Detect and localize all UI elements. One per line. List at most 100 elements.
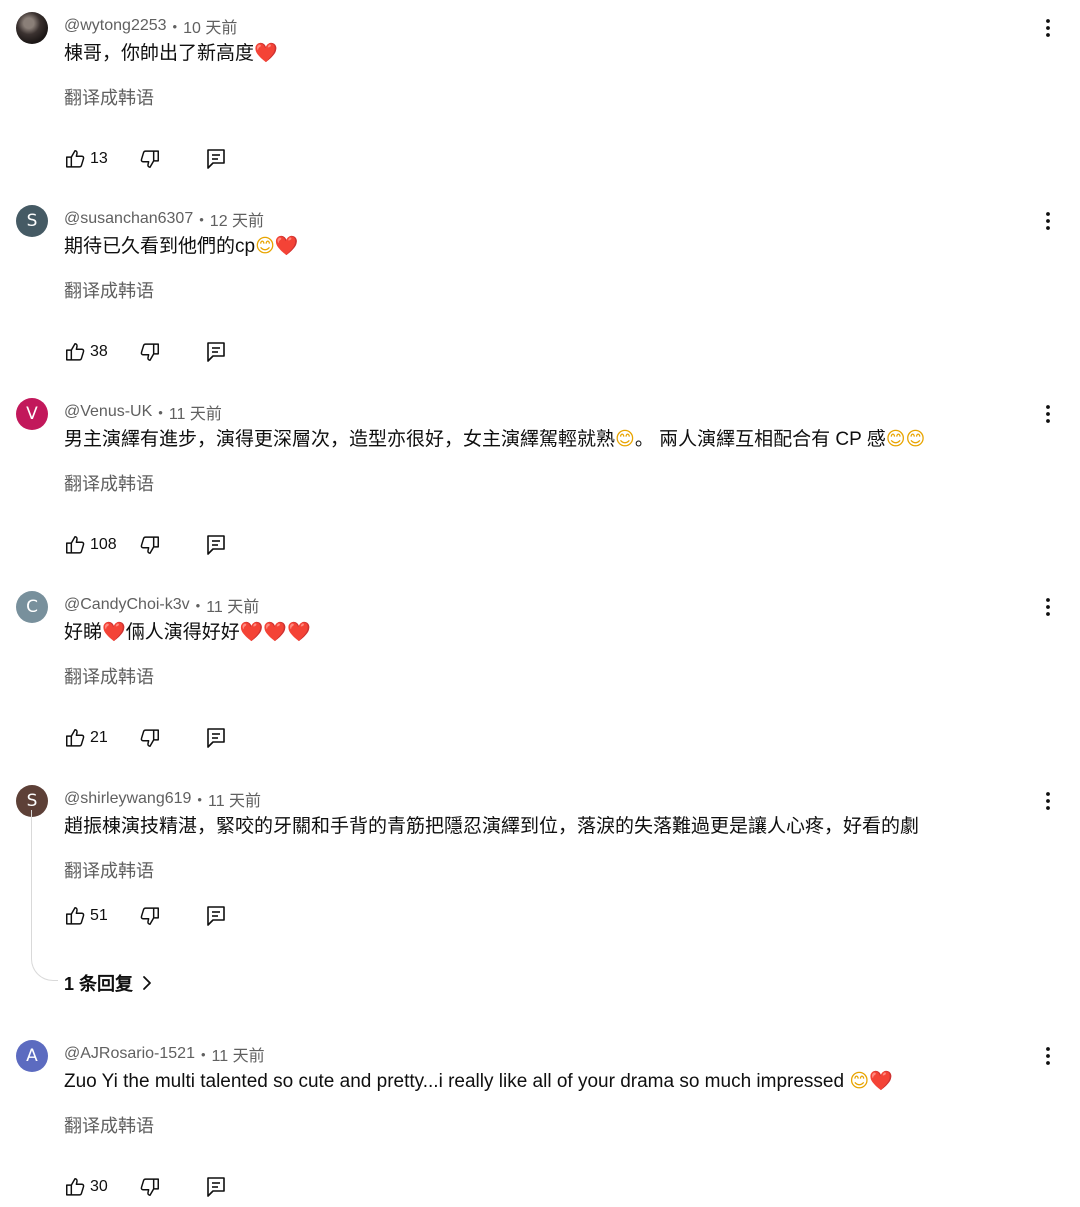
dislike-button[interactable]: [139, 148, 161, 170]
avatar-letter: S: [26, 211, 38, 231]
like-button[interactable]: [64, 727, 86, 749]
dislike-button[interactable]: [139, 1176, 161, 1198]
reply-button[interactable]: [206, 148, 226, 170]
comment-text-segment: 男主演繹有進步，演得更深層次，造型亦很好，女主演繹駕輕就熟: [64, 429, 616, 450]
dislike-button[interactable]: [139, 534, 161, 556]
comment-author[interactable]: @shirleywang619: [64, 790, 191, 808]
avatar[interactable]: [16, 12, 48, 44]
dislike-button[interactable]: [139, 905, 161, 927]
comment-text: 趙振棟演技精湛，緊咬的牙關和手背的青筋把隱忍演繹到位，落淚的失落難過更是讓人心疼…: [64, 814, 919, 840]
reply-button[interactable]: [206, 727, 226, 749]
comment-author[interactable]: @wytong2253: [64, 17, 167, 35]
comment-author[interactable]: @CandyChoi-k3v: [64, 596, 190, 614]
comment-text-segment: 趙振棟演技精湛，緊咬的牙關和手背的青筋把隱忍演繹到位，落淚的失落難過更是讓人心疼…: [64, 816, 920, 837]
avatar[interactable]: V: [16, 398, 48, 430]
comment-header: @wytong2253 • 10 天前: [64, 14, 237, 38]
comment-header: @shirleywang619 • 11 天前: [64, 787, 261, 811]
comment-text-segment: 棟哥，你帥出了新高度: [64, 43, 255, 64]
like-button[interactable]: [64, 905, 86, 927]
heart-emoji-icon: ❤️: [254, 43, 278, 64]
heart-emoji-icon: ❤️: [869, 1071, 893, 1092]
view-replies-label: 1 条回复: [64, 974, 134, 994]
comment-text: 期待已久看到他們的cp😊❤️: [64, 234, 299, 260]
reply-button[interactable]: [206, 1176, 226, 1198]
translate-button[interactable]: 翻译成韩语: [64, 470, 154, 496]
like-count: 30: [90, 1178, 108, 1195]
reply-thread-line: [31, 810, 58, 981]
like-button[interactable]: [64, 341, 86, 363]
translate-button[interactable]: 翻译成韩语: [64, 1112, 154, 1138]
thumbs-up-icon: [64, 905, 86, 927]
comment-time[interactable]: 10 天前: [183, 14, 237, 38]
reply-icon: [206, 905, 226, 927]
translate-button[interactable]: 翻译成韩语: [64, 84, 154, 110]
more-actions-button[interactable]: [1036, 789, 1060, 813]
comment-text: 好睇❤️倆人演得好好❤️❤️❤️: [64, 620, 311, 646]
reply-button[interactable]: [206, 905, 226, 927]
like-count: 108: [90, 536, 117, 553]
reply-icon: [206, 534, 226, 556]
comment-text: 棟哥，你帥出了新高度❤️: [64, 41, 278, 67]
smiley-emoji-icon: 😊: [905, 429, 926, 450]
separator-dot: •: [158, 404, 163, 420]
heart-emoji-icon: ❤️: [287, 622, 311, 643]
comment-header: @Venus-UK • 11 天前: [64, 400, 222, 424]
separator-dot: •: [200, 1046, 206, 1062]
more-vertical-icon: [1036, 1044, 1060, 1068]
more-vertical-icon: [1036, 595, 1060, 619]
thumbs-up-icon: [64, 727, 86, 749]
comment-time[interactable]: 11 天前: [206, 593, 259, 617]
comment-author[interactable]: @Venus-UK: [64, 403, 152, 421]
thumbs-down-icon: [139, 341, 161, 363]
reply-button[interactable]: [206, 534, 226, 556]
dislike-button[interactable]: [139, 727, 161, 749]
comment-time[interactable]: 11 天前: [169, 400, 222, 424]
avatar[interactable]: A: [16, 1040, 48, 1072]
comment-author[interactable]: @susanchan6307: [64, 210, 193, 228]
heart-emoji-icon: ❤️: [239, 622, 264, 643]
like-button[interactable]: [64, 534, 86, 556]
comment-time[interactable]: 12 天前: [210, 207, 264, 231]
more-actions-button[interactable]: [1036, 16, 1060, 40]
thumbs-down-icon: [139, 727, 161, 749]
separator-dot: •: [172, 18, 178, 34]
more-vertical-icon: [1036, 16, 1060, 40]
translate-button[interactable]: 翻译成韩语: [64, 663, 154, 689]
reply-icon: [206, 341, 226, 363]
comment-text-segment: 好睇: [64, 622, 103, 643]
smiley-emoji-icon: 😊: [849, 1071, 870, 1092]
more-actions-button[interactable]: [1036, 209, 1060, 233]
thumbs-down-icon: [139, 905, 161, 927]
avatar-letter: A: [26, 1046, 38, 1066]
comment-author[interactable]: @AJRosario-1521: [64, 1045, 195, 1063]
comment-time[interactable]: 11 天前: [212, 1042, 265, 1066]
smiley-emoji-icon: 😊: [255, 236, 275, 257]
more-actions-button[interactable]: [1036, 402, 1060, 426]
more-actions-button[interactable]: [1036, 1044, 1060, 1068]
more-actions-button[interactable]: [1036, 595, 1060, 619]
comment-time[interactable]: 11 天前: [208, 787, 261, 811]
reply-button[interactable]: [206, 341, 226, 363]
comment-header: @susanchan6307 • 12 天前: [64, 207, 264, 231]
thumbs-up-icon: [64, 1176, 86, 1198]
avatar[interactable]: S: [16, 205, 48, 237]
heart-emoji-icon: ❤️: [274, 236, 299, 257]
translate-button[interactable]: 翻译成韩语: [64, 277, 154, 303]
translate-button[interactable]: 翻译成韩语: [64, 857, 154, 883]
comment-text: Zuo Yi the multi talented so cute and pr…: [64, 1069, 893, 1095]
comment-header: @CandyChoi-k3v • 11 天前: [64, 593, 259, 617]
avatar[interactable]: C: [16, 591, 48, 623]
like-button[interactable]: [64, 1176, 86, 1198]
more-vertical-icon: [1036, 402, 1060, 426]
avatar-letter: S: [26, 791, 38, 811]
comment-text-segment: Zuo Yi the multi talented so cute and pr…: [64, 1071, 850, 1092]
dislike-button[interactable]: [139, 341, 161, 363]
thumbs-down-icon: [139, 148, 161, 170]
heart-emoji-icon: ❤️: [263, 622, 288, 643]
thumbs-down-icon: [139, 534, 161, 556]
like-button[interactable]: [64, 148, 86, 170]
thumbs-up-icon: [64, 534, 86, 556]
view-replies-button[interactable]: 1 条回复: [64, 970, 153, 996]
separator-dot: •: [199, 211, 204, 227]
thumbs-down-icon: [139, 1176, 161, 1198]
